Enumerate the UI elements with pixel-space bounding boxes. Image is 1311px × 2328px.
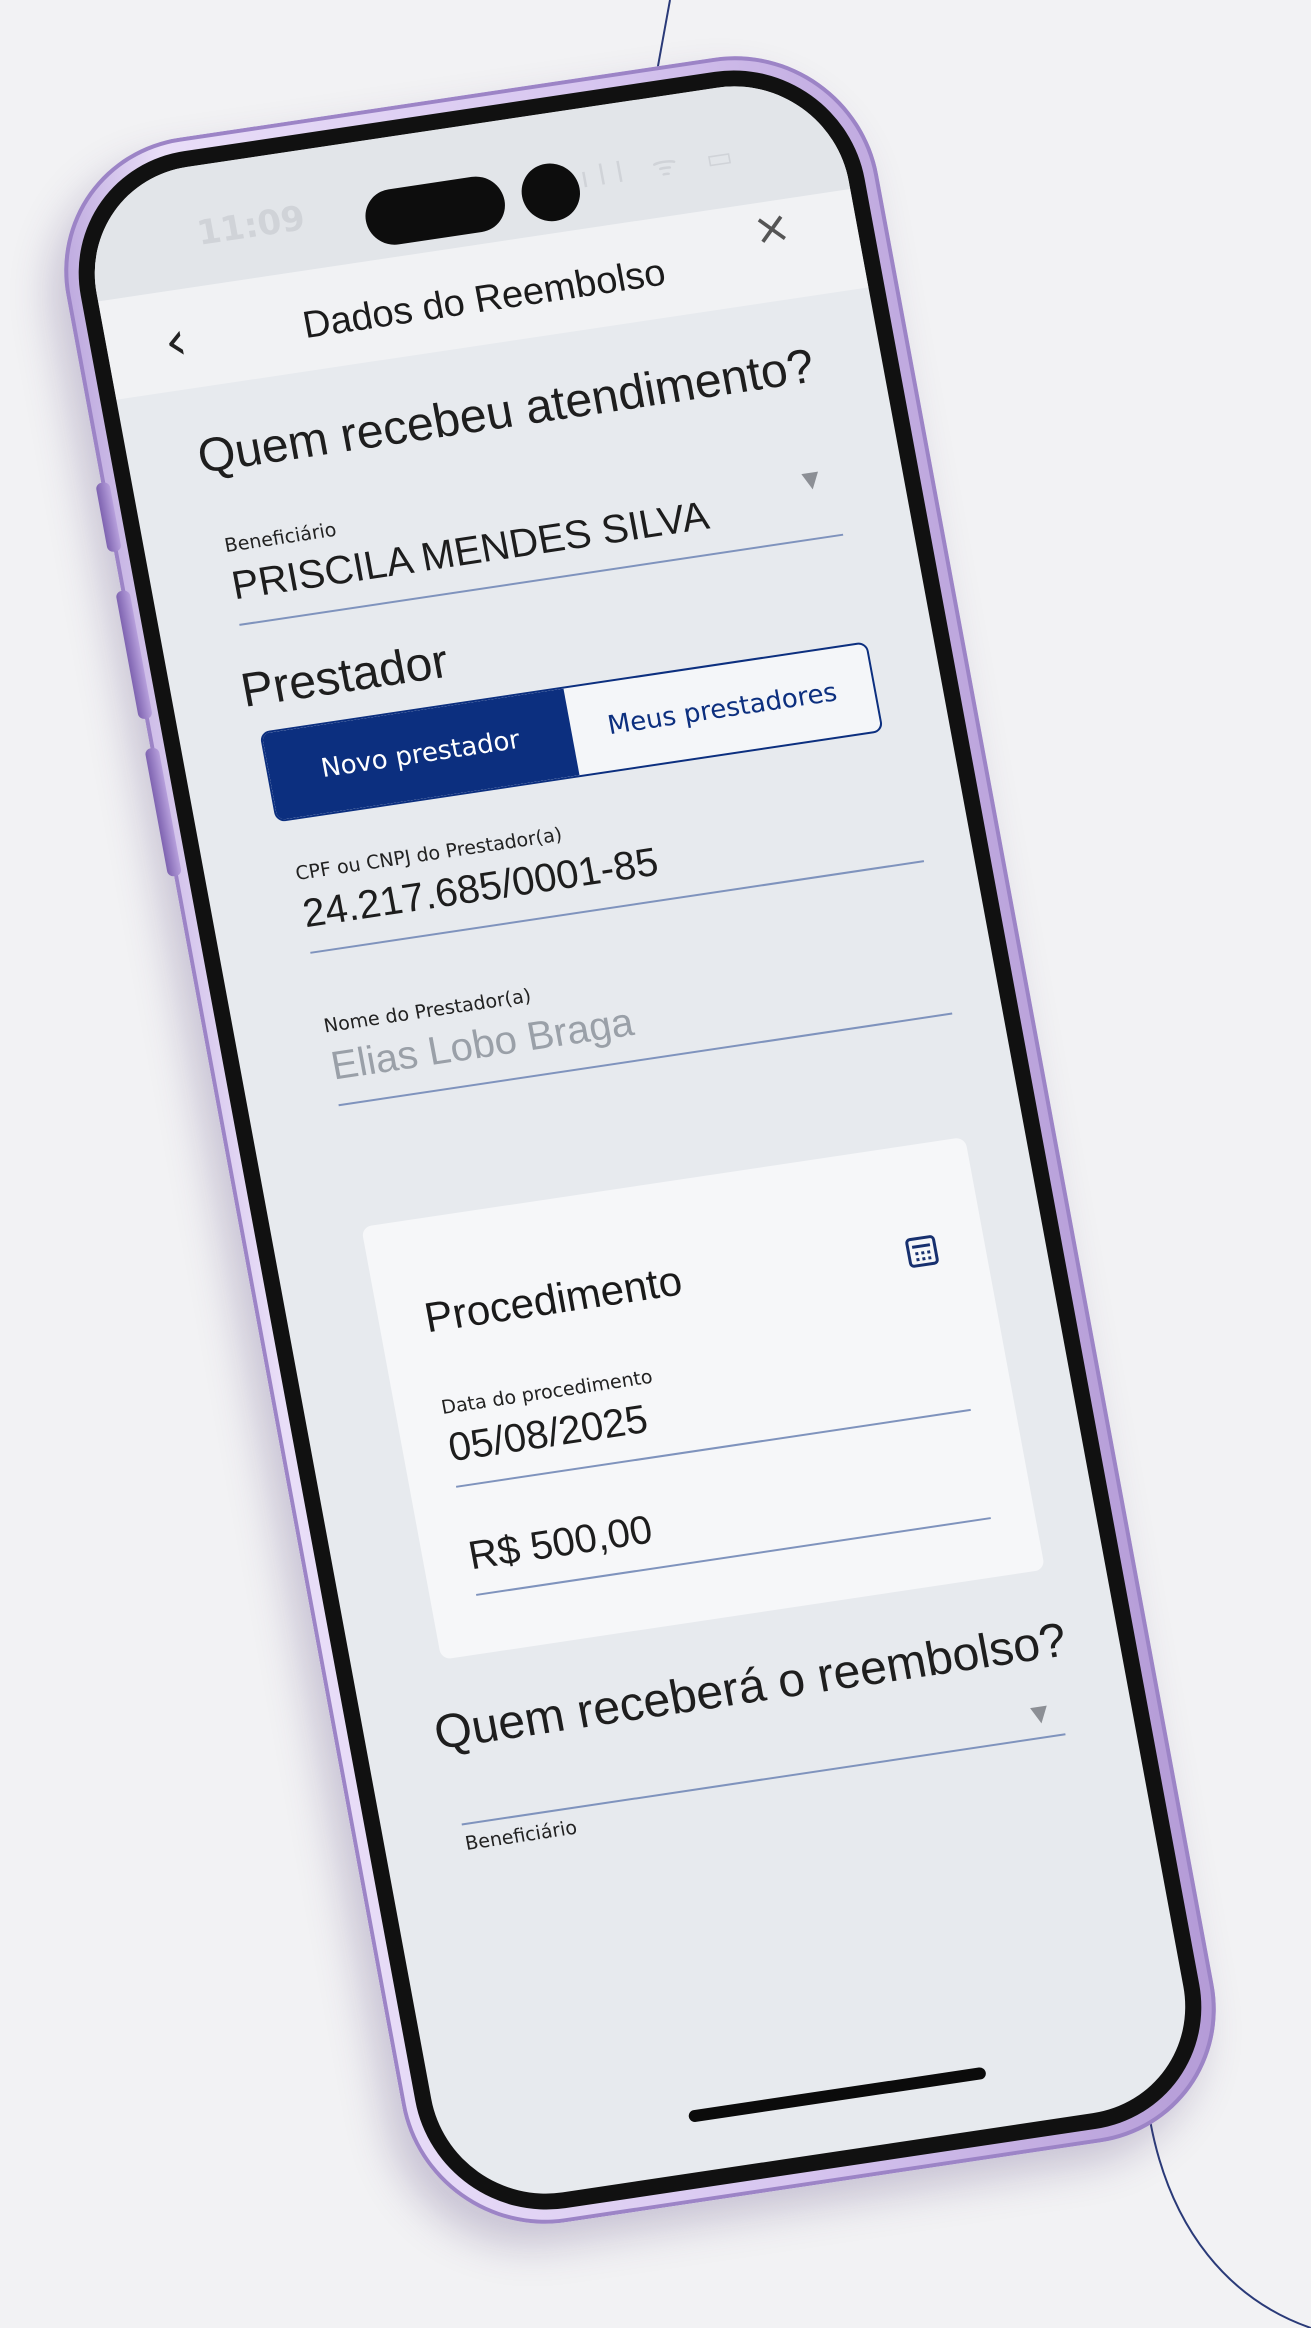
procedimento-title: Procedimento — [420, 1256, 686, 1342]
caret-down-icon: ▼ — [800, 466, 822, 494]
reembolso-underline — [461, 1733, 1066, 1826]
background-curve-bottom — [1150, 2120, 1311, 2328]
status-time: 11:09 — [193, 198, 309, 254]
product-shot: 11:09 ıll ᯤ ▭ ‹ Dados do Reembolso × Que… — [0, 0, 1311, 2328]
section-title-prestador: Prestador — [236, 634, 453, 718]
tab-meus-prestadores[interactable]: Meus prestadores — [563, 644, 881, 776]
beneficiario-value: PRISCILA MENDES SILVA — [228, 493, 713, 609]
home-indicator — [687, 2066, 987, 2123]
valor-value: R$ 500,00 — [465, 1507, 656, 1579]
procedimento-card: Procedimento Data do procedimento 05/08/… — [361, 1136, 1046, 1660]
close-icon[interactable]: × — [749, 201, 795, 257]
valor-field[interactable]: R$ 500,00 — [361, 1137, 991, 1596]
caret-down-icon: ▼ — [1029, 1700, 1051, 1728]
calendar-icon[interactable] — [904, 1234, 940, 1269]
phone-device: 11:09 ıll ᯤ ▭ ‹ Dados do Reembolso × Que… — [41, 37, 1239, 2243]
data-procedimento-field[interactable]: Data do procedimento 05/08/2025 — [361, 1137, 971, 1488]
signal-wifi-battery-icon: ıll ᯤ ▭ — [577, 137, 746, 195]
